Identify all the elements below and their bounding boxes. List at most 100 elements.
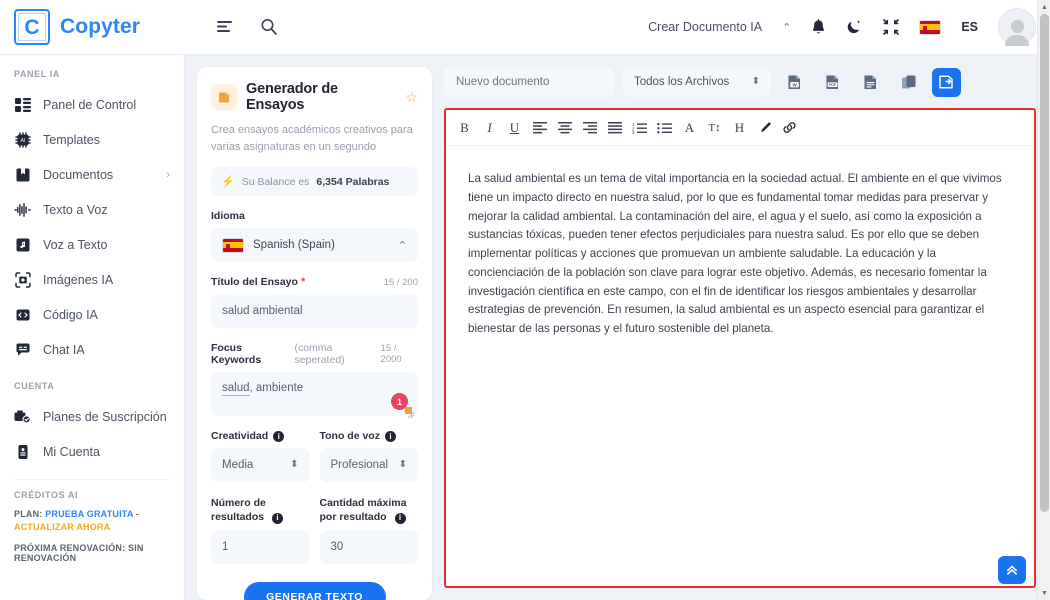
scroll-to-top-button[interactable] (998, 556, 1026, 584)
ordered-list-button[interactable]: 123 (627, 116, 652, 139)
file-filter-value: Todos los Archivos (634, 76, 730, 88)
credits-block: PLAN: PRUEBA GRATUITA - ACTUALIZAR AHORA… (0, 508, 184, 563)
document-name-input[interactable] (444, 67, 614, 97)
brand-mark-icon: C (14, 9, 50, 45)
star-icon[interactable]: ☆ (405, 89, 418, 106)
results-label-text: Número de resultados (211, 497, 266, 524)
essay-title-counter: 15 / 200 (383, 276, 418, 288)
collapse-icon[interactable] (883, 19, 900, 35)
menu-icon[interactable] (217, 20, 234, 35)
tone-select[interactable]: Profesional ⬍ (319, 448, 418, 482)
focus-keywords-word-1: salud (222, 382, 250, 396)
results-group: Número de resultados i (211, 482, 310, 565)
info-icon[interactable]: i (384, 430, 396, 442)
required-marker: * (300, 276, 306, 288)
highlight-button[interactable] (752, 116, 777, 139)
editor-content-area[interactable]: La salud ambiental es un tema de vital i… (446, 146, 1034, 363)
svg-text:3: 3 (632, 130, 635, 134)
sidebar-item-templates[interactable]: AI Templates (0, 122, 184, 157)
plan-upgrade-link[interactable]: ACTUALIZAR AHORA (14, 522, 110, 532)
font-size-button[interactable]: T↕ (702, 116, 727, 139)
export-pdf-button[interactable]: PDF (818, 67, 847, 97)
focus-keywords-input[interactable]: salud, ambiente (211, 372, 418, 416)
sidebar-item-documentos[interactable]: Documentos › (0, 157, 184, 192)
results-count-input[interactable] (211, 530, 310, 565)
generate-text-button[interactable]: GENERAR TEXTO (243, 582, 386, 600)
sidebar-divider (14, 479, 170, 480)
max-amount-group: Cantidad máxima por resultado i (319, 482, 419, 565)
underline-button[interactable]: U (502, 116, 527, 139)
unordered-list-button[interactable] (652, 116, 677, 139)
sidebar-item-label: Texto a Voz (43, 202, 108, 217)
chevron-up-icon[interactable]: ⌃ (782, 21, 791, 34)
language-label-text: Idioma (211, 210, 245, 222)
focus-keywords-wrapper: salud, ambiente 1 (211, 372, 418, 419)
scrollbar-thumb[interactable] (1040, 14, 1049, 512)
sidebar-item-imagenes-ia[interactable]: Imágenes IA (0, 262, 184, 297)
file-filter-select[interactable]: Todos los Archivos ⬍ (623, 67, 771, 97)
sidebar-item-voz-a-texto[interactable]: Voz a Texto (0, 227, 184, 262)
plan-line: PLAN: PRUEBA GRATUITA - ACTUALIZAR AHORA (14, 508, 170, 534)
info-icon[interactable]: i (273, 430, 285, 442)
create-document-link[interactable]: Crear Documento IA (648, 20, 762, 34)
align-justify-button[interactable] (602, 116, 627, 139)
sort-arrows-icon: ⬍ (290, 459, 299, 470)
sort-arrows-icon: ⬍ (398, 459, 407, 470)
font-family-button[interactable]: A (677, 116, 702, 139)
plan-prefix: PLAN: (14, 509, 43, 519)
export-text-button[interactable] (856, 67, 885, 97)
link-button[interactable] (777, 116, 802, 139)
creativity-select[interactable]: Media ⬍ (211, 448, 310, 482)
chip-ai-icon: AI (14, 131, 31, 148)
focus-keywords-hint: (comma seperated) (294, 342, 345, 366)
editor-highlight-box: B I U 123 A T↕ H La salud ambiental es u… (444, 108, 1036, 588)
sidebar-item-panel-de-control[interactable]: Panel de Control (0, 87, 184, 122)
info-icon[interactable]: i (272, 513, 284, 525)
sidebar-item-texto-a-voz[interactable]: Texto a Voz (0, 192, 184, 227)
balance-prefix: Su Balance es (241, 175, 310, 188)
save-document-button[interactable] (932, 67, 961, 97)
subscription-icon (14, 408, 31, 425)
max-amount-label: Cantidad máxima por resultado i (319, 496, 419, 525)
editor-panel: Todos los Archivos ⬍ W PDF (440, 55, 1050, 600)
align-right-button[interactable] (577, 116, 602, 139)
page-scrollbar[interactable]: ▲ ▼ (1037, 0, 1050, 600)
editor-top-toolbar: Todos los Archivos ⬍ W PDF (444, 67, 1036, 108)
bolt-icon: ⚡ (221, 176, 235, 188)
bell-icon[interactable] (811, 18, 826, 36)
top-left-icons (195, 18, 278, 36)
italic-button[interactable]: I (477, 116, 502, 139)
resize-grip-icon[interactable] (407, 406, 415, 419)
info-icon[interactable]: i (394, 513, 406, 525)
scroll-up-arrow-icon[interactable]: ▲ (1038, 0, 1050, 14)
language-select[interactable]: Spanish (Spain) ⌃ (211, 228, 418, 262)
sidebar-item-planes-de-suscripcion[interactable]: Planes de Suscripción (0, 399, 184, 434)
sidebar-item-chat-ia[interactable]: Chat IA (0, 332, 184, 367)
sidebar-item-label: Voz a Texto (43, 237, 108, 252)
moon-icon[interactable] (846, 19, 863, 36)
align-center-button[interactable] (552, 116, 577, 139)
max-amount-input[interactable] (319, 530, 418, 565)
focus-keywords-label: Focus Keywords (comma seperated) 15 / 20… (211, 342, 418, 366)
essay-title-label: Título del Ensayo * 15 / 200 (211, 276, 418, 288)
page-title: Generador de Ensayos (246, 81, 338, 113)
avatar[interactable] (998, 8, 1036, 46)
essay-title-input[interactable] (211, 294, 418, 328)
heading-button[interactable]: H (727, 116, 752, 139)
plan-value: PRUEBA GRATUITA (45, 509, 134, 519)
generator-panel: Generador de Ensayos ☆ Crea ensayos acad… (185, 55, 440, 600)
language-code[interactable]: ES (961, 20, 978, 34)
sidebar-item-codigo-ia[interactable]: Código IA (0, 297, 184, 332)
scroll-down-arrow-icon[interactable]: ▼ (1038, 586, 1050, 600)
copy-document-button[interactable] (894, 67, 923, 97)
search-icon[interactable] (260, 18, 278, 36)
chevron-up-icon: ⌃ (397, 239, 407, 252)
language-select-value-group: Spanish (Spain) (222, 237, 335, 253)
max-amount-label-text: Cantidad máxima por resultado (319, 497, 407, 524)
export-word-button[interactable]: W (780, 67, 809, 97)
bold-button[interactable]: B (452, 116, 477, 139)
grammar-suggestion-badge[interactable]: 1 (391, 393, 412, 414)
brand-logo[interactable]: C Copyter (0, 9, 195, 45)
sidebar-item-mi-cuenta[interactable]: Mi Cuenta (0, 434, 184, 469)
align-left-button[interactable] (527, 116, 552, 139)
